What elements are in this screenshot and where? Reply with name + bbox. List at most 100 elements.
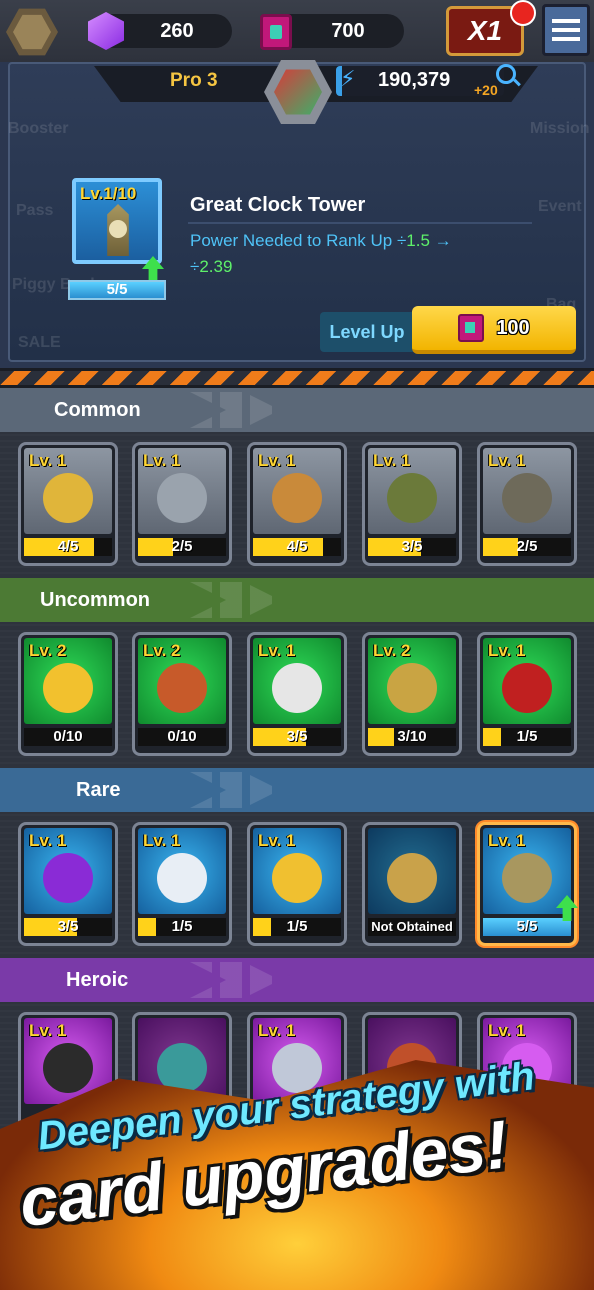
card-name: Great Clock Tower xyxy=(190,194,366,216)
card-progress-bar: 2/5 xyxy=(483,538,571,556)
section-title: Heroic xyxy=(66,968,129,991)
card-item[interactable]: Lv. 1 1/5 xyxy=(132,822,232,946)
card-progress-bar: 2/5 xyxy=(138,538,226,556)
profile-hex-button[interactable] xyxy=(6,8,58,56)
card-item-icon xyxy=(387,473,437,523)
card-level: Lv. 1 xyxy=(143,451,181,470)
card-progress-bar: 4/5 xyxy=(24,538,112,556)
card-level: Lv. 2 xyxy=(143,641,181,660)
card-item[interactable]: Lv. 1 3/5 xyxy=(247,632,347,756)
card-item[interactable]: Lv. 1 4/5 xyxy=(18,442,118,566)
card-progress-text: 1/5 xyxy=(286,918,308,935)
card-progress-text: 3/5 xyxy=(401,538,423,555)
card-progress-bar: 3/10 xyxy=(368,728,456,746)
card-item-icon xyxy=(502,473,552,523)
card-progress-text: 0/10 xyxy=(167,728,197,745)
card-level: Lv. 1 xyxy=(258,451,296,470)
selected-card-progress-text: 5/5 xyxy=(106,281,128,298)
card-item-icon xyxy=(502,663,552,713)
card-item-icon xyxy=(157,473,207,523)
card-level: Lv. 1 xyxy=(29,451,67,470)
card-item[interactable]: Lv. 1 2/5 xyxy=(477,442,577,566)
section-header-uncommon: Uncommon xyxy=(0,578,594,622)
card-item[interactable]: Lv. 1 3/5 xyxy=(18,822,118,946)
search-icon[interactable] xyxy=(496,64,516,84)
card-item[interactable]: Lv. 1 4/5 xyxy=(247,442,347,566)
selected-card-level: Lv.1/10 xyxy=(80,184,137,203)
card-progress-bar: 3/5 xyxy=(368,538,456,556)
section-header-heroic: Heroic xyxy=(0,958,594,1002)
chevron-decoration xyxy=(190,772,280,808)
gem-amount: 260 xyxy=(160,19,194,42)
card-progress-bar: 1/5 xyxy=(483,728,571,746)
book-amount: 700 xyxy=(331,19,365,42)
card-progress-text: 3/5 xyxy=(57,918,79,935)
level-up-label: Level Up xyxy=(320,312,414,352)
card-progress-text: 5/5 xyxy=(516,918,538,935)
card-item[interactable]: Lv. 2 3/10 xyxy=(362,632,462,756)
ghost-label-pass: Pass xyxy=(16,202,54,219)
card-progress-bar: 0/10 xyxy=(24,728,112,746)
card-level: Lv. 1 xyxy=(258,641,296,660)
menu-icon-line xyxy=(552,37,580,41)
card-item-icon xyxy=(157,853,207,903)
menu-button[interactable] xyxy=(542,4,590,56)
chevron-decoration xyxy=(190,392,280,428)
card-item-icon xyxy=(272,473,322,523)
card-item[interactable]: Lv. 1 2/5 xyxy=(132,442,232,566)
section-title: Rare xyxy=(76,778,121,801)
power-bonus: +20 xyxy=(474,82,498,98)
rank-label: Pro 3 xyxy=(170,70,218,91)
card-item[interactable]: Lv. 2 0/10 xyxy=(132,632,232,756)
card-item-icon xyxy=(43,663,93,713)
card-item[interactable]: Lv. 1 1/5 xyxy=(247,822,347,946)
card-progress-bar: Not Obtained xyxy=(368,918,456,936)
card-item-icon xyxy=(272,663,322,713)
desc-prefix: Power Needed to Rank Up ÷ xyxy=(190,231,407,250)
ghost-label-mission: Mission xyxy=(530,120,590,137)
card-progress-text: 1/5 xyxy=(171,918,193,935)
card-progress-text: 4/5 xyxy=(286,538,308,555)
card-item-icon xyxy=(43,473,93,523)
power-value: 190,379 xyxy=(378,69,451,91)
card-progress-text: 4/5 xyxy=(57,538,79,555)
desc-arrow: → xyxy=(434,231,452,250)
section-title: Common xyxy=(54,398,141,421)
card-level: Lv. 1 xyxy=(488,451,526,470)
card-progress-bar: 1/5 xyxy=(138,918,226,936)
selected-card-progress: 5/5 xyxy=(68,280,166,300)
chevron-decoration xyxy=(190,962,280,998)
card-item-icon xyxy=(43,853,93,903)
card-progress-text: 3/10 xyxy=(397,728,427,745)
card-item-icon xyxy=(157,663,207,713)
card-item[interactable]: Not Obtained xyxy=(362,822,462,946)
hazard-stripe xyxy=(0,368,594,388)
desc-to: 2.39 xyxy=(199,257,233,276)
divider xyxy=(188,222,532,224)
card-progress-bar: 3/5 xyxy=(24,918,112,936)
card-item[interactable]: Lv. 1 1/5 xyxy=(477,632,577,756)
card-item-icon xyxy=(272,853,322,903)
card-item[interactable]: Lv. 1 5/5 xyxy=(477,822,578,946)
card-item[interactable]: Lv. 1 3/5 xyxy=(362,442,462,566)
card-book-icon xyxy=(458,314,485,342)
card-progress-text: 3/5 xyxy=(286,728,308,745)
desc-div: ÷ xyxy=(190,257,200,276)
level-up-button[interactable]: 100 xyxy=(412,306,576,354)
card-item-icon xyxy=(43,1043,93,1093)
card-item-icon xyxy=(502,853,552,903)
card-item[interactable]: Lv. 2 0/10 xyxy=(18,632,118,756)
card-progress-text: Not Obtained xyxy=(371,919,453,934)
card-level: Lv. 2 xyxy=(29,641,67,660)
notification-dot xyxy=(510,0,536,26)
ghost-label-event: Event xyxy=(538,198,582,215)
card-progress-bar: 3/5 xyxy=(253,728,341,746)
card-progress-text: 2/5 xyxy=(171,538,193,555)
card-level: Lv. 2 xyxy=(373,641,411,660)
card-level: Lv. 1 xyxy=(488,1021,526,1040)
card-item-icon xyxy=(387,663,437,713)
menu-icon-line xyxy=(552,28,580,32)
card-description: Power Needed to Rank Up ÷1.5 → ÷2.39 xyxy=(190,228,520,280)
card-progress-text: 1/5 xyxy=(516,728,538,745)
card-progress-bar: 0/10 xyxy=(138,728,226,746)
